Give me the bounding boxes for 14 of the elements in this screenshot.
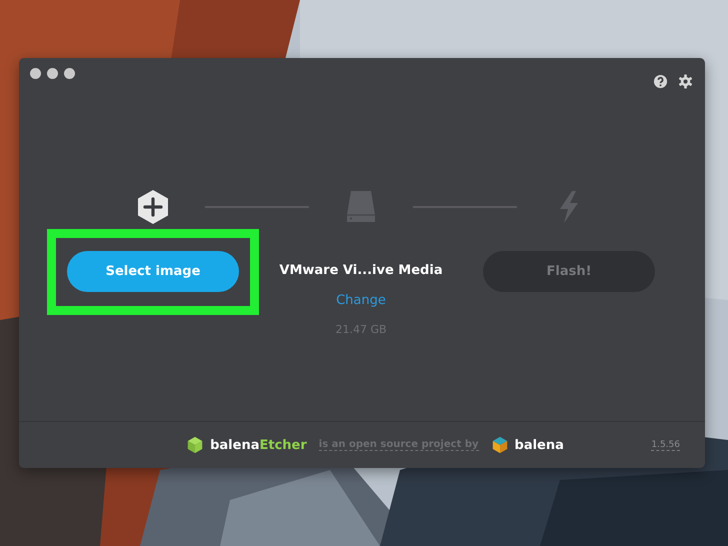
version-link[interactable]: 1.5.56 <box>651 440 680 450</box>
window-control-button[interactable] <box>64 68 75 79</box>
flash-button: Flash! <box>483 251 655 292</box>
window-control-button[interactable] <box>30 68 41 79</box>
select-image-button[interactable]: Select image <box>67 251 239 292</box>
help-icon[interactable] <box>653 74 668 89</box>
company-logo-text: balena <box>514 438 564 452</box>
drive-name: VMware Vi...ive Media <box>279 262 443 280</box>
window-control-button[interactable] <box>47 68 58 79</box>
cube-logo-icon <box>490 436 509 454</box>
change-link[interactable]: Change <box>336 293 386 309</box>
cube-logo-icon <box>186 436 204 454</box>
app-logo-text: balenaEtcher <box>210 438 307 452</box>
settings-icon[interactable] <box>678 74 693 89</box>
